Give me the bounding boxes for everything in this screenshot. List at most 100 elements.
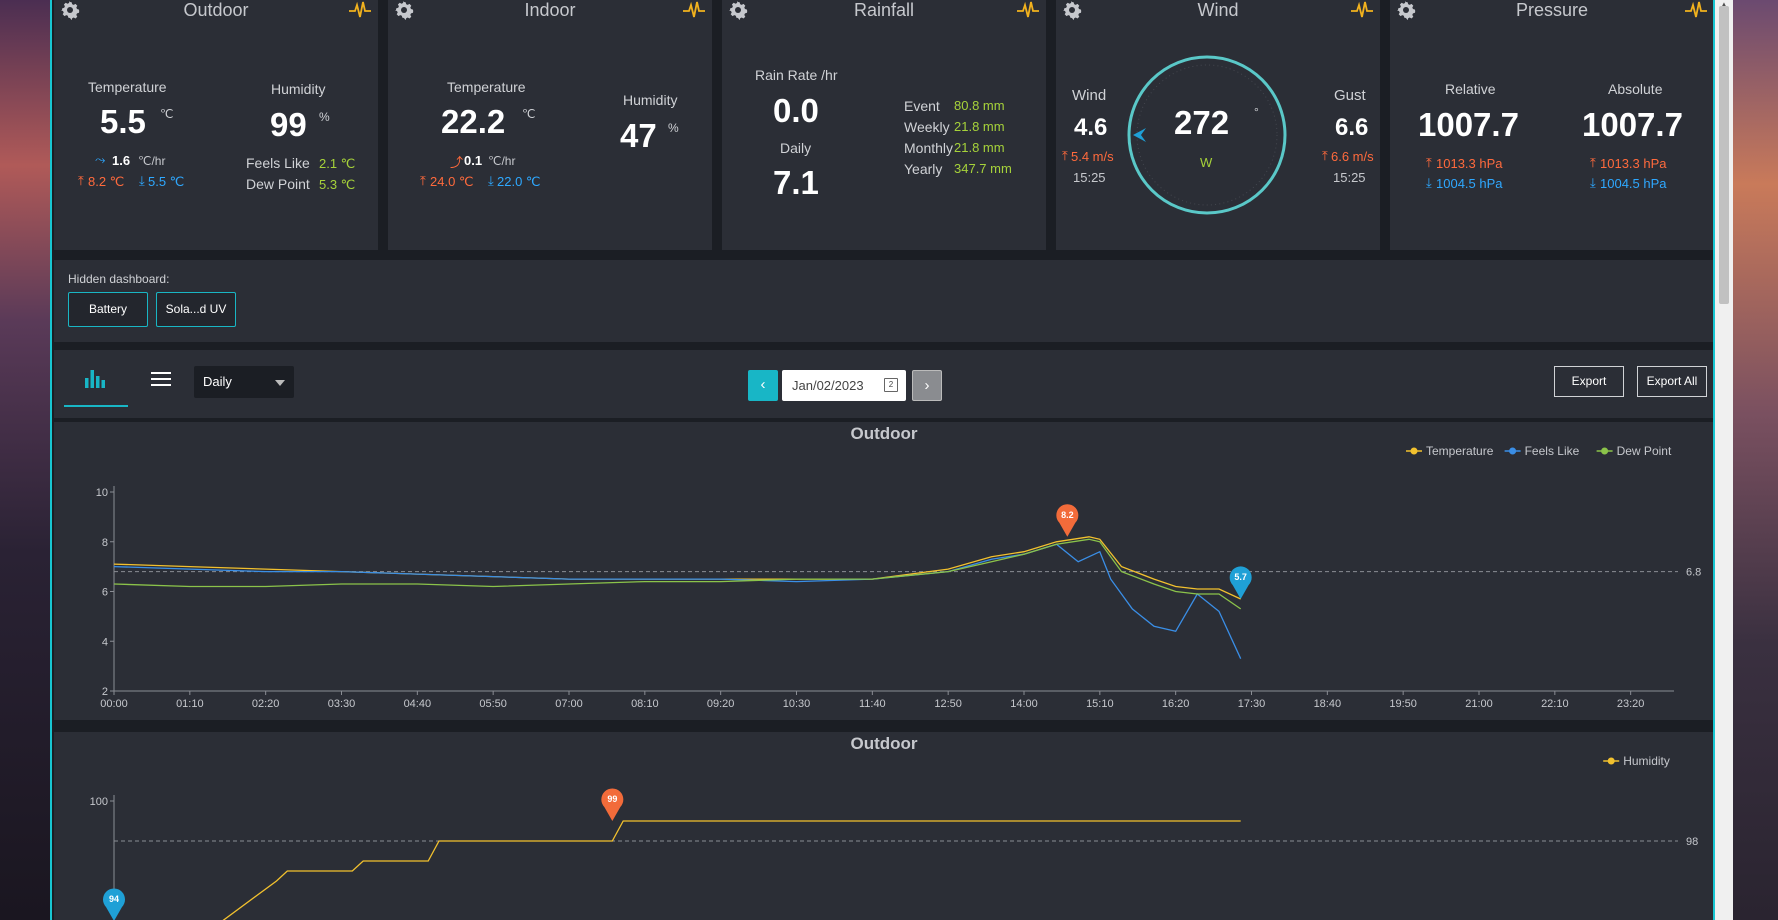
card-title: Indoor xyxy=(524,0,576,20)
summary-cards: Outdoor Temperature 5.5 ℃ ⤳ 1.6 ℃/hr ⤒ 8… xyxy=(54,0,1713,250)
x-tick-label: 10:30 xyxy=(783,698,811,710)
humidity-label: Humidity xyxy=(623,92,678,108)
temperature-high: 24.0 ℃ xyxy=(430,174,474,189)
range-select[interactable]: Daily xyxy=(194,366,294,398)
max-marker: 8.2 xyxy=(1056,504,1079,537)
temperature-label: Temperature xyxy=(447,79,526,95)
absolute-low: 1004.5 hPa xyxy=(1600,176,1667,191)
temperature-trend: 0.1 xyxy=(464,153,483,168)
legend-item: Feels Like xyxy=(1504,444,1580,458)
low-arrow-icon: ⤓ xyxy=(1426,175,1432,190)
x-tick-label: 11:40 xyxy=(859,698,886,710)
max-marker-label: 99 xyxy=(607,794,617,804)
trend-unit: ℃/hr xyxy=(488,154,516,168)
temperature-unit: ℃ xyxy=(160,107,174,121)
min-marker-label: 94 xyxy=(109,894,119,904)
chart-toolbar: Daily ‹ Jan/02/2023 2 › Export Export Al… xyxy=(54,350,1713,418)
absolute-pressure-value: 1007.7 xyxy=(1582,106,1683,143)
chevron-down-icon xyxy=(275,380,285,386)
active-view-indicator xyxy=(64,405,128,407)
x-tick-label: 04:40 xyxy=(404,698,432,710)
gust-max-time: 15:25 xyxy=(1333,170,1366,185)
x-tick-label: 01:10 xyxy=(176,698,204,710)
y-tick-label: 2 xyxy=(102,686,108,698)
outdoor-humidity-value: 99 xyxy=(270,106,307,143)
series-line-humidity xyxy=(222,820,1241,920)
battery-button[interactable]: Battery xyxy=(68,292,148,327)
x-tick-label: 03:30 xyxy=(328,698,356,710)
weekly-label: Weekly xyxy=(904,119,950,135)
card-title: Pressure xyxy=(1515,0,1589,20)
wind-direction-letter: W xyxy=(1200,155,1213,170)
y-tick-label: 8 xyxy=(102,537,108,549)
wind-speed-value: 4.6 xyxy=(1074,114,1108,141)
humidity-label: Humidity xyxy=(271,81,326,97)
humidity-unit: % xyxy=(668,121,679,135)
x-tick-label: 23:20 xyxy=(1617,698,1645,710)
indoor-temperature-value: 22.2 xyxy=(441,103,506,140)
dew-point-label: Dew Point xyxy=(246,176,310,192)
feels-like-label: Feels Like xyxy=(246,155,310,171)
pressure-card: Pressure Relative 1007.7 ⤒ 1013.3 hPa ⤓ … xyxy=(1390,0,1713,250)
desktop-wallpaper xyxy=(1733,0,1778,920)
y-tick-label: 6 xyxy=(102,587,108,599)
indoor-humidity-value: 47 xyxy=(620,117,657,154)
export-button[interactable]: Export xyxy=(1554,366,1624,397)
range-select-value: Daily xyxy=(203,374,232,389)
solar-uv-button[interactable]: Sola...d UV xyxy=(156,292,236,327)
daily-rain-label: Daily xyxy=(780,140,812,156)
date-value: Jan/02/2023 xyxy=(792,378,864,393)
outdoor-card: Outdoor Temperature 5.5 ℃ ⤳ 1.6 ℃/hr ⤒ 8… xyxy=(54,0,378,250)
export-all-button[interactable]: Export All xyxy=(1637,366,1707,397)
min-marker: 94 xyxy=(103,888,125,920)
series-line-feels-like xyxy=(113,543,1242,659)
humidity-chart-plot[interactable]: 100 98 Humidity 99 94 xyxy=(54,732,1714,920)
x-tick-label: 14:00 xyxy=(1010,698,1038,710)
x-tick-label: 21:00 xyxy=(1465,698,1493,710)
rain-rate-value: 0.0 xyxy=(773,92,819,129)
low-arrow-icon: ⤓ xyxy=(1590,175,1596,190)
x-tick-label: 05:50 xyxy=(479,698,507,710)
temperature-low: 22.0 ℃ xyxy=(497,174,541,189)
card-title: Outdoor xyxy=(183,0,249,20)
calendar-icon[interactable]: 2 xyxy=(884,378,898,392)
high-arrow-icon: ⤒ xyxy=(1426,155,1432,170)
previous-day-button[interactable]: ‹ xyxy=(748,370,778,401)
gust-label: Gust xyxy=(1334,87,1366,104)
list-view-icon[interactable] xyxy=(146,364,176,394)
pulse-chart-icon[interactable] xyxy=(348,0,372,20)
y-tick-label: 100 xyxy=(90,796,108,808)
relative-high: 1013.3 hPa xyxy=(1436,156,1503,171)
wind-direction-value: 272 xyxy=(1174,104,1230,141)
vertical-scrollbar[interactable]: ▲ xyxy=(1715,0,1733,920)
absolute-high: 1013.3 hPa xyxy=(1600,156,1667,171)
average-line-label: 6.8 xyxy=(1686,567,1701,579)
x-tick-label: 07:00 xyxy=(555,698,583,710)
chart-title: Outdoor xyxy=(850,734,918,753)
temperature-label: Temperature xyxy=(88,79,167,95)
feels-like-value: 2.1 ℃ xyxy=(319,156,356,171)
x-tick-label: 09:20 xyxy=(707,698,735,710)
hidden-dashboard: Hidden dashboard: Battery Sola...d UV xyxy=(54,260,1713,342)
yearly-value: 347.7 mm xyxy=(954,161,1012,176)
pulse-chart-icon[interactable] xyxy=(1016,0,1040,20)
max-marker: 99 xyxy=(601,788,624,821)
relative-low: 1004.5 hPa xyxy=(1436,176,1503,191)
series-line-dew-point xyxy=(113,538,1242,610)
trend-up-icon: ⤴ xyxy=(450,155,464,170)
pulse-chart-icon[interactable] xyxy=(1350,0,1374,20)
next-day-button[interactable]: › xyxy=(912,370,942,401)
temperature-high: 8.2 ℃ xyxy=(88,174,125,189)
legend-swatch-dot xyxy=(1509,447,1517,455)
x-tick-label: 18:40 xyxy=(1314,698,1342,710)
pulse-chart-icon[interactable] xyxy=(682,0,706,20)
date-picker[interactable]: Jan/02/2023 2 xyxy=(782,370,906,401)
outdoor-temperature-value: 5.5 xyxy=(100,103,146,140)
degree-unit: ° xyxy=(1254,105,1259,119)
wind-label: Wind xyxy=(1072,87,1107,104)
scrollbar-thumb[interactable] xyxy=(1719,6,1729,304)
pulse-chart-icon[interactable] xyxy=(1684,0,1708,20)
temperature-chart-plot[interactable]: 2 4 6 8 10 00:00 01:10 02:20 03:30 04:40 05:50 07:0… xyxy=(54,422,1714,720)
bar-chart-icon[interactable] xyxy=(80,364,110,394)
low-arrow-icon: ⤓ xyxy=(488,173,494,188)
